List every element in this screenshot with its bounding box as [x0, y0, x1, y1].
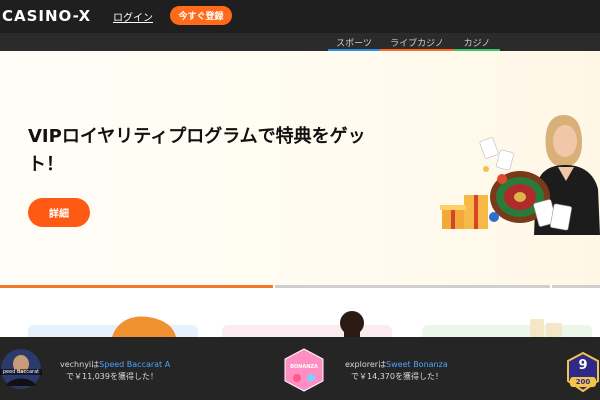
register-button[interactable]: 今すぐ登録 — [170, 6, 232, 25]
progress-inactive-2 — [552, 285, 600, 288]
card-art — [112, 311, 562, 337]
ticker-game-link-2[interactable]: Sweet Bonanza — [386, 360, 448, 369]
ticker-amount-1: で￥11,039を獲得した！ — [66, 372, 158, 381]
progress-inactive — [275, 285, 550, 288]
ticker-entry-2: explorerはSweet Bonanza で￥14,370を獲得した！ — [345, 359, 448, 383]
tab-casino[interactable]: カジノ — [454, 33, 500, 51]
hero-banner[interactable]: VIPロイヤリティプログラムで特典をゲット！ 詳細 — [0, 51, 600, 285]
bonanza-thumb-label: BONANZA — [290, 364, 318, 370]
tab-sports[interactable]: スポーツ — [328, 33, 380, 51]
badge-amount: 200 — [575, 378, 591, 386]
winners-ticker: peed Baccarat vechnyiはSpeed Baccarat A で… — [0, 337, 600, 400]
ticker-amount-2: で￥14,370を獲得した！ — [351, 372, 443, 381]
gift-boxes — [440, 195, 488, 229]
ticker-mid-2: は — [378, 360, 387, 369]
ticker-entry-1: vechnyiはSpeed Baccarat A で￥11,039を獲得した！ — [60, 359, 170, 383]
game-thumb-sweet-bonanza[interactable]: BONANZA — [283, 348, 325, 392]
promo-cards — [0, 289, 600, 339]
brand-logo[interactable]: CASINO-X — [2, 7, 91, 25]
ticker-game-link-1[interactable]: Speed Baccarat A — [99, 360, 170, 369]
ticker-user-2: explorer — [345, 360, 379, 369]
tab-casino-label: カジノ — [463, 38, 491, 49]
game-thumb-speed-baccarat[interactable]: peed Baccarat — [0, 348, 42, 390]
vip-illustration — [440, 115, 600, 235]
badge-number: 9 — [578, 358, 588, 373]
category-nav: スポーツ ライブカジノ カジノ — [0, 33, 600, 51]
baccarat-thumb-label: peed Baccarat — [0, 369, 42, 375]
tab-live-casino-label: ライブカジノ — [390, 38, 444, 49]
login-link[interactable]: ログイン — [113, 9, 153, 24]
tab-sports-label: スポーツ — [336, 38, 372, 49]
tab-live-casino[interactable]: ライブカジノ — [380, 33, 454, 51]
hero-title: VIPロイヤリティプログラムで特典をゲット！ — [28, 126, 366, 175]
details-button[interactable]: 詳細 — [28, 198, 90, 227]
progress-active — [0, 285, 273, 288]
ticker-mid-1: は — [91, 360, 100, 369]
ticker-user-1: vechnyi — [60, 360, 92, 369]
top-bar: CASINO-X ログイン 今すぐ登録 — [0, 0, 600, 33]
bonus-badge[interactable]: 9 200 — [566, 351, 600, 393]
bonanza-thumb-art — [284, 348, 324, 392]
